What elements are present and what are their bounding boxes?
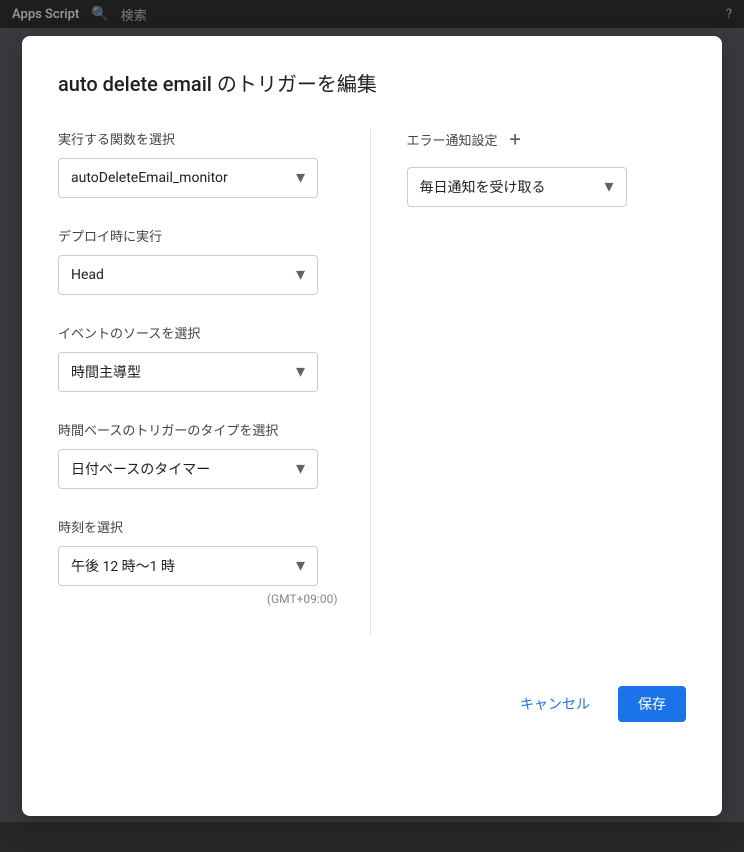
- trigger-type-label: 時間ベースのトリガーのタイプを選択: [58, 420, 338, 439]
- trigger-type-chevron-icon: ▾: [296, 460, 305, 478]
- time-select-value: 午後 12 時〜1 時: [71, 556, 296, 576]
- notification-select[interactable]: 毎日通知を受け取る ▾: [407, 167, 627, 207]
- error-notification-label: エラー通知設定: [407, 130, 498, 149]
- event-source-select[interactable]: 時間主導型 ▾: [58, 352, 318, 392]
- save-button[interactable]: 保存: [618, 686, 686, 722]
- time-field-group: 時刻を選択 午後 12 時〜1 時 ▾ (GMT+09:00): [58, 517, 338, 606]
- notification-chevron-icon: ▾: [604, 178, 613, 196]
- time-chevron-icon: ▾: [296, 557, 305, 575]
- right-column: エラー通知設定 + 毎日通知を受け取る ▾: [371, 129, 687, 634]
- dialog-body: 実行する関数を選択 autoDeleteEmail_monitor ▾ デプロイ…: [58, 129, 686, 634]
- dialog-footer: キャンセル 保存: [58, 674, 686, 722]
- trigger-type-select[interactable]: 日付ベースのタイマー ▾: [58, 449, 318, 489]
- event-source-chevron-icon: ▾: [296, 363, 305, 381]
- event-source-label: イベントのソースを選択: [58, 323, 338, 342]
- add-notification-icon[interactable]: +: [510, 129, 521, 149]
- left-column: 実行する関数を選択 autoDeleteEmail_monitor ▾ デプロイ…: [58, 129, 371, 634]
- trigger-type-select-value: 日付ベースのタイマー: [71, 459, 296, 479]
- notification-select-value: 毎日通知を受け取る: [420, 177, 605, 197]
- function-select-value: autoDeleteEmail_monitor: [71, 170, 296, 186]
- time-select[interactable]: 午後 12 時〜1 時 ▾: [58, 546, 318, 586]
- cancel-button[interactable]: キャンセル: [508, 686, 602, 722]
- deploy-field-group: デプロイ時に実行 Head ▾: [58, 226, 338, 295]
- dialog: auto delete email のトリガーを編集 実行する関数を選択 aut…: [22, 36, 722, 816]
- deploy-select-value: Head: [71, 267, 296, 283]
- function-select[interactable]: autoDeleteEmail_monitor ▾: [58, 158, 318, 198]
- modal-overlay: auto delete email のトリガーを編集 実行する関数を選択 aut…: [0, 0, 744, 852]
- dialog-title: auto delete email のトリガーを編集: [58, 68, 686, 97]
- error-notification-header: エラー通知設定 +: [407, 129, 687, 149]
- gmt-note: (GMT+09:00): [58, 592, 338, 606]
- deploy-chevron-icon: ▾: [296, 266, 305, 284]
- trigger-type-field-group: 時間ベースのトリガーのタイプを選択 日付ベースのタイマー ▾: [58, 420, 338, 489]
- function-label: 実行する関数を選択: [58, 129, 338, 148]
- deploy-label: デプロイ時に実行: [58, 226, 338, 245]
- function-field-group: 実行する関数を選択 autoDeleteEmail_monitor ▾: [58, 129, 338, 198]
- deploy-select[interactable]: Head ▾: [58, 255, 318, 295]
- event-source-field-group: イベントのソースを選択 時間主導型 ▾: [58, 323, 338, 392]
- event-source-select-value: 時間主導型: [71, 362, 296, 382]
- function-chevron-icon: ▾: [296, 169, 305, 187]
- time-label: 時刻を選択: [58, 517, 338, 536]
